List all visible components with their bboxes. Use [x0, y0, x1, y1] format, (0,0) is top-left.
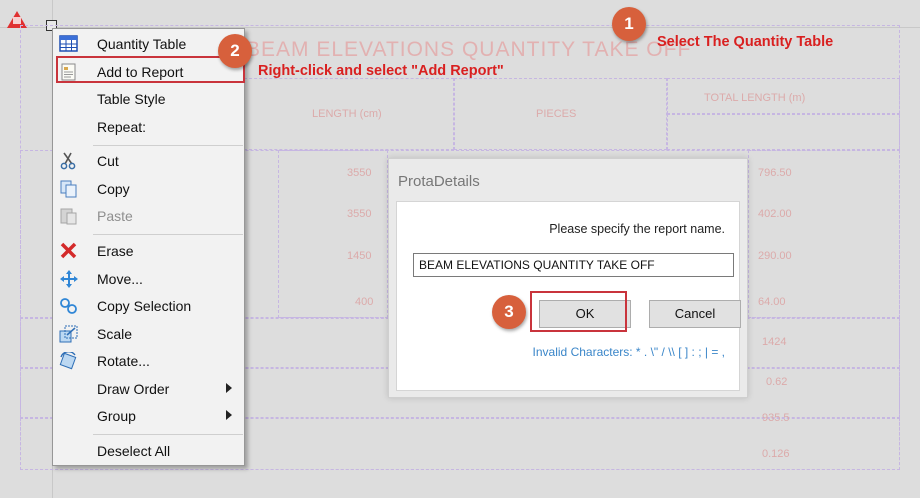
- menu-separator: [93, 434, 243, 435]
- menu-item-copy[interactable]: Copy: [53, 176, 244, 202]
- menu-item-move[interactable]: Move...: [53, 266, 244, 292]
- menu-item-label: Cut: [97, 153, 119, 169]
- menu-item-quantity-table[interactable]: Quantity Table: [53, 31, 244, 57]
- step-1-badge: 1: [612, 7, 646, 41]
- table-cell: [278, 150, 388, 318]
- report-name-dialog: ProtaDetails Please specify the report n…: [388, 158, 748, 398]
- menu-item-label: Scale: [97, 326, 133, 342]
- highlight-box-ok: [530, 291, 627, 332]
- menu-item-rotate[interactable]: Rotate...: [53, 348, 244, 374]
- menu-separator: [93, 145, 243, 146]
- menu-item-cut[interactable]: Cut: [53, 148, 244, 174]
- menu-item-group[interactable]: Group: [53, 403, 244, 429]
- copy-icon: [59, 180, 79, 198]
- menu-item-label: Deselect All: [97, 443, 171, 459]
- menu-item-label: Quantity Table: [97, 36, 187, 52]
- table-value: 290.00: [758, 250, 792, 262]
- step-2-badge: 2: [218, 34, 252, 68]
- move-arrows-icon: [59, 270, 79, 288]
- menu-item-label: Erase: [97, 243, 134, 259]
- table-value: 1424: [762, 336, 787, 348]
- submenu-arrow-icon: [226, 383, 232, 393]
- table-icon: [59, 35, 79, 53]
- highlight-box-add-to-report: [56, 56, 245, 83]
- invalid-characters-note: Invalid Characters: * . \" / \\ [ ] : ; …: [532, 345, 725, 359]
- menu-item-label: Rotate...: [97, 353, 150, 369]
- dialog-title: ProtaDetails: [398, 173, 480, 190]
- table-value: 3550: [347, 208, 372, 220]
- copy-selection-icon: [59, 297, 79, 315]
- step-3-badge: 3: [492, 295, 526, 329]
- table-value: 0.126: [762, 448, 790, 460]
- menu-item-table-style[interactable]: Table Style: [53, 86, 244, 112]
- menu-item-copy-selection[interactable]: Copy Selection: [53, 293, 244, 319]
- menu-item-draw-order[interactable]: Draw Order: [53, 376, 244, 402]
- erase-x-icon: [59, 242, 79, 260]
- cancel-button[interactable]: Cancel: [649, 300, 741, 328]
- context-menu: Quantity Table Add to Report Table Style…: [52, 28, 245, 466]
- menu-item-label: Repeat:: [97, 119, 147, 135]
- table-value: 64.00: [758, 296, 786, 308]
- menu-item-label: Group: [97, 408, 136, 424]
- menu-item-label: Paste: [97, 208, 133, 224]
- table-value: 935.5: [762, 412, 790, 424]
- menu-item-label: Copy Selection: [97, 298, 192, 314]
- table-value: 1450: [347, 250, 372, 262]
- menu-item-erase[interactable]: Erase: [53, 238, 244, 264]
- table-header: TOTAL LENGTH (m): [704, 92, 806, 104]
- menu-item-paste: Paste: [53, 203, 244, 229]
- step-1-text: Select The Quantity Table: [657, 34, 834, 50]
- table-value: 0.62: [766, 376, 788, 388]
- quantity-table-title: BEAM ELEVATIONS QUANTITY TAKE OFF: [246, 38, 692, 61]
- paste-icon: [59, 207, 79, 225]
- submenu-arrow-icon: [226, 410, 232, 420]
- menu-item-repeat[interactable]: Repeat:: [53, 114, 244, 140]
- table-value: 400: [355, 296, 374, 308]
- menu-separator: [93, 234, 243, 235]
- menu-item-deselect-all[interactable]: Deselect All: [53, 438, 244, 464]
- menu-item-label: Draw Order: [97, 381, 170, 397]
- table-value: 402.00: [758, 208, 792, 220]
- table-header: PIECES: [536, 108, 577, 120]
- rotate-icon: [59, 351, 79, 370]
- table-cell: [667, 114, 900, 150]
- report-name-input[interactable]: [413, 253, 734, 277]
- scissors-icon: [59, 152, 79, 170]
- dialog-prompt: Please specify the report name.: [549, 222, 725, 236]
- table-header: LENGTH (cm): [312, 108, 382, 120]
- step-2-text: Right-click and select "Add Report": [258, 63, 504, 79]
- menu-item-scale[interactable]: Scale: [53, 321, 244, 347]
- menu-item-label: Copy: [97, 181, 130, 197]
- table-value: 3550: [347, 167, 372, 179]
- menu-item-label: Move...: [97, 271, 143, 287]
- table-value: 796.50: [758, 167, 792, 179]
- scale-icon: [59, 325, 79, 343]
- menu-item-label: Table Style: [97, 91, 166, 107]
